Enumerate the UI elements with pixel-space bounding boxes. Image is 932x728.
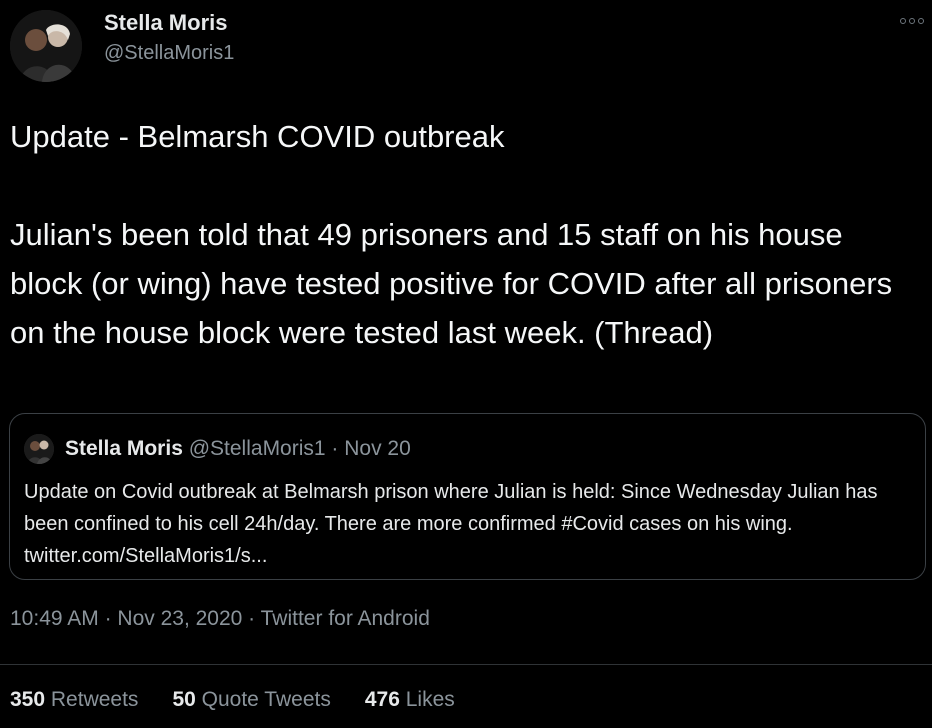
quoted-author-name: Stella Moris: [65, 437, 183, 460]
tweet-text: Update - Belmarsh COVID outbreak Julian'…: [10, 119, 893, 350]
more-dot: [900, 18, 906, 24]
likes-count: 476: [364, 688, 400, 711]
divider: [0, 664, 932, 665]
author-avatar[interactable]: [10, 10, 82, 82]
retweets-count: 350: [10, 688, 46, 711]
retweets-label: Retweets: [50, 688, 139, 711]
tweet-source[interactable]: Twitter for Android: [261, 607, 430, 630]
likes-stat[interactable]: 476 Likes: [365, 688, 455, 712]
tweet-date[interactable]: Nov 23, 2020: [117, 607, 242, 630]
more-dot: [918, 18, 924, 24]
more-options-icon[interactable]: [898, 14, 926, 28]
meta-separator: ·: [242, 607, 261, 630]
tweet-time[interactable]: 10:49 AM: [10, 607, 99, 630]
quoted-tweet-header: Stella Moris @StellaMoris1 · Nov 20: [65, 436, 411, 462]
more-dot: [909, 18, 915, 24]
quoted-date: Nov 20: [344, 437, 411, 460]
quoted-author-avatar: [24, 434, 54, 464]
quoted-tweet[interactable]: Stella Moris @StellaMoris1 · Nov 20 Upda…: [9, 413, 926, 580]
author-handle[interactable]: @StellaMoris1: [104, 40, 234, 66]
quoted-tweet-text: Update on Covid outbreak at Belmarsh pri…: [24, 481, 878, 567]
engagement-stats: 350 Retweets 50 Quote Tweets 476 Likes: [10, 688, 455, 712]
quoted-author-handle: @StellaMoris1: [188, 437, 326, 460]
quote-tweets-stat[interactable]: 50 Quote Tweets: [172, 688, 330, 712]
author-info: Stella Moris @StellaMoris1: [104, 10, 234, 66]
quote-tweets-count: 50: [172, 688, 196, 711]
avatar-image: [10, 10, 82, 82]
quoted-separator: ·: [325, 437, 345, 460]
author-name[interactable]: Stella Moris: [104, 10, 234, 36]
meta-separator: ·: [98, 607, 118, 630]
likes-label: Likes: [405, 688, 455, 711]
tweet-metadata: 10:49 AM · Nov 23, 2020 · Twitter for An…: [10, 607, 430, 631]
retweets-stat[interactable]: 350 Retweets: [10, 688, 138, 712]
quoted-avatar-image: [24, 434, 54, 464]
quote-tweets-label: Quote Tweets: [201, 688, 331, 711]
